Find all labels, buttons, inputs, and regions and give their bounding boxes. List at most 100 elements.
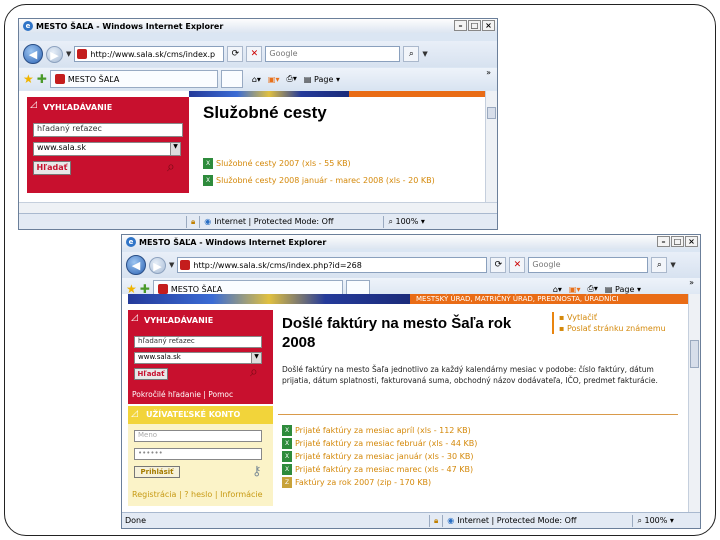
tab-mesto-sala[interactable]: MESTO ŠAĽA [49,70,218,88]
search-input[interactable]: Google [528,257,649,273]
chevron-down-icon: ▼ [170,143,180,155]
chevron-down-icon: ▼ [251,353,261,363]
search-scope-select[interactable]: www.sala.sk ▼ [33,142,181,156]
user-key-icon: ⚷ [252,464,262,479]
search-options-icon[interactable]: ▼ [422,50,427,58]
file-link-1[interactable]: X Služobné cesty 2007 (xls - 55 KB) [203,158,351,169]
forward-button[interactable]: ▶ [46,45,63,63]
minimize-button[interactable]: – [657,236,670,247]
add-favorite-icon[interactable]: ✚ [37,73,47,85]
file-link-label: Služobné cesty 2007 (xls - 55 KB) [216,159,351,168]
internet-globe-icon: ◉ [204,217,212,226]
navigation-bar: ◀ ▶ ▼ http://www.sala.sk/cms/index.php?i… [122,252,700,278]
refresh-icon[interactable]: ⟳ [227,46,244,62]
window-title: MESTO ŠAĽA - Windows Internet Explorer [36,21,224,31]
file-link-2[interactable]: X Prijaté faktúry za mesiac február (xls… [282,438,477,449]
excel-file-icon: X [282,451,292,462]
tab-label: MESTO ŠAĽA [67,74,120,84]
search-panel-header: VYHĽADÁVANIE [144,316,214,325]
send-page-link[interactable]: ▪ Poslať stránku známemu [559,323,666,334]
page-content: ◿ VYHĽADÁVANIE hľadaný reťazec www.sala.… [19,91,487,202]
forward-button[interactable]: ▶ [149,256,166,274]
search-submit-button[interactable]: Hľadať [134,368,168,380]
file-link-label: Prijaté faktúry za mesiac apríl (xls - 1… [295,426,471,435]
tab-favicon [157,284,168,294]
search-icon[interactable]: ⌕ [403,46,420,62]
file-link-3[interactable]: X Prijaté faktúry za mesiac január (xls … [282,451,473,462]
zoom-control[interactable]: ⌕ 100% ▾ [637,516,673,526]
history-dropdown-icon[interactable]: ▼ [66,50,71,58]
home-icon[interactable]: ⌂▾ [252,75,261,84]
file-link-label: Služobné cesty 2008 január - marec 2008 … [216,176,435,185]
scroll-thumb[interactable] [690,340,699,368]
excel-file-icon: X [282,425,292,436]
security-zone-text: Internet | Protected Mode: Off [457,516,577,525]
excel-file-icon: X [282,438,292,449]
page-menu[interactable]: ▤ Page ▾ [304,75,340,84]
history-dropdown-icon[interactable]: ▼ [169,261,174,269]
toolbar-chevron-icon[interactable]: » [689,278,694,287]
scroll-thumb[interactable] [487,107,496,119]
username-input[interactable]: Meno [134,430,262,442]
back-button[interactable]: ◀ [23,44,43,64]
search-input[interactable]: Google [265,46,401,62]
file-link-5[interactable]: Z Faktúry za rok 2007 (zip - 170 KB) [282,477,431,488]
back-button[interactable]: ◀ [126,255,146,275]
home-icon[interactable]: ⌂▾ [553,285,562,294]
maximize-button[interactable]: □ [671,236,684,247]
print-icon[interactable]: ⎙▾ [287,74,297,84]
zoom-control[interactable]: ⌕ 100% ▾ [388,217,424,227]
page-title: Došlé faktúry na mesto Šaľa rok 2008 [282,315,512,351]
maximize-button[interactable]: □ [468,20,481,31]
account-panel-header: ◿ UŽÍVATEĽSKÉ KONTO [128,406,273,424]
password-input[interactable]: •••••• [134,448,262,460]
tab-bar: ★ ✚ MESTO ŠAĽA ⌂▾ ▣▾ ⎙▾ ▤ Page ▾ » [19,68,497,90]
vertical-scrollbar[interactable] [485,91,497,202]
search-options-icon[interactable]: ▼ [670,261,675,269]
security-zone-text: Internet | Protected Mode: Off [214,217,334,226]
window-title: MESTO ŠAĽA - Windows Internet Explorer [139,237,327,247]
vertical-scrollbar[interactable] [688,294,700,514]
minimize-button[interactable]: – [454,20,467,31]
status-bar: 🔒︎ ◉ Internet | Protected Mode: Off ⌕ 10… [19,213,497,229]
search-panel-icon: ◿ [131,313,138,323]
title-bar[interactable]: e MESTO ŠAĽA - Windows Internet Explorer… [19,19,497,33]
search-scope-select[interactable]: www.sala.sk ▼ [134,352,262,364]
toolbar-chevron-icon[interactable]: » [486,68,491,77]
tab-label: MESTO ŠAĽA [170,284,223,294]
page-title: Služobné cesty [203,103,327,122]
feeds-icon[interactable]: ▣▾ [569,285,581,294]
zoom-level: 100% [644,515,668,525]
account-links[interactable]: Registrácia | ? heslo | Informácie [132,490,263,499]
feeds-icon[interactable]: ▣▾ [268,75,280,84]
page-description: Došlé faktúry na mesto Šaľa jednotlivo z… [282,365,658,385]
file-link-1[interactable]: X Prijaté faktúry za mesiac apríl (xls -… [282,425,471,436]
close-button[interactable]: × [482,20,495,31]
internet-globe-icon: ◉ [447,516,455,525]
file-link-2[interactable]: X Služobné cesty 2008 január - marec 200… [203,175,435,186]
search-query-input[interactable]: hľadaný reťazec [33,123,183,137]
browser-window-2: e MESTO ŠAĽA - Windows Internet Explorer… [121,234,701,529]
search-icon[interactable]: ⌕ [651,257,668,273]
close-button[interactable]: × [685,236,698,247]
advanced-search-links[interactable]: Pokročilé hľadanie | Pomoc [132,390,233,399]
address-bar[interactable]: http://www.sala.sk/cms/index.php?id=268 [177,257,488,273]
refresh-icon[interactable]: ⟳ [490,257,507,273]
stop-icon[interactable]: ✕ [246,46,263,62]
search-submit-button[interactable]: Hľadať [33,161,71,175]
print-link[interactable]: ▪ Vytlačiť [559,312,666,323]
header-strip: MESTSKÝ ÚRAD, MATRIČNÝ ÚRAD, PREDNOSTA, … [410,294,688,304]
title-bar[interactable]: e MESTO ŠAĽA - Windows Internet Explorer… [122,235,700,249]
print-icon[interactable]: ⎙▾ [588,284,598,294]
stop-icon[interactable]: ✕ [509,257,526,273]
favorites-star-icon[interactable]: ★ [23,73,34,85]
search-query-input[interactable]: hľadaný reťazec [134,336,262,348]
file-link-4[interactable]: X Prijaté faktúry za mesiac marec (xls -… [282,464,473,475]
address-text: http://www.sala.sk/cms/index.php?id=268 [193,260,362,270]
login-button[interactable]: Prihlásiť [134,466,180,478]
new-tab-button[interactable] [220,70,243,88]
ie-logo-icon: e [126,237,136,247]
address-bar[interactable]: http://www.sala.sk/cms/index.p [74,46,225,62]
zip-file-icon: Z [282,477,292,488]
page-menu[interactable]: ▤ Page ▾ [605,285,641,294]
